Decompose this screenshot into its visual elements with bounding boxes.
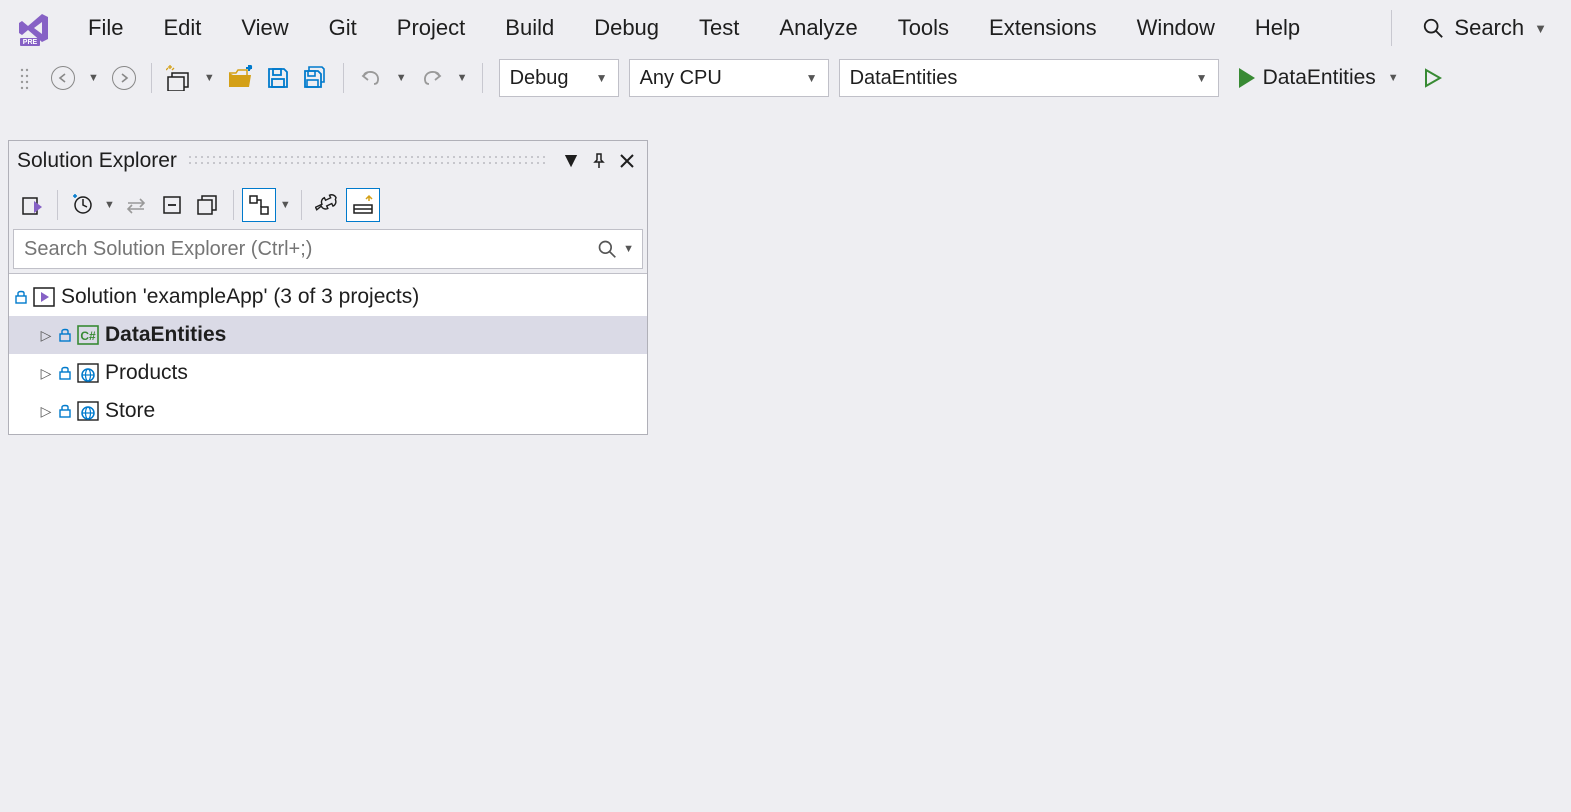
web-project-icon [77,401,99,421]
combo-value: Any CPU [640,67,722,90]
chevron-down-icon: ▼ [1384,72,1403,84]
project-node-products[interactable]: ▷ Products [9,354,647,392]
chevron-down-icon: ▼ [1534,21,1547,36]
menu-debug[interactable]: Debug [574,7,679,49]
pending-changes-filter-button[interactable] [66,188,100,222]
nav-forward-button[interactable] [107,61,141,95]
close-button[interactable] [615,149,639,173]
chevron-down-icon[interactable]: ▼ [278,199,293,211]
menu-separator [1391,10,1392,46]
solution-label: Solution 'exampleApp' (3 of 3 projects) [61,285,419,309]
panel-title: Solution Explorer [17,149,177,173]
menu-window[interactable]: Window [1117,7,1235,49]
chevron-down-icon: ▼ [584,71,608,85]
project-label: DataEntities [105,323,226,347]
svg-text:PRE: PRE [23,39,38,46]
lock-icon [59,366,71,380]
combo-value: Debug [510,67,569,90]
csharp-project-icon: C# [77,325,99,345]
toolbar-separator [482,63,483,93]
home-button[interactable] [15,188,49,222]
track-active-item-button[interactable] [242,188,276,222]
lock-icon [59,404,71,418]
svg-text:C#: C# [80,329,96,343]
menu-project[interactable]: Project [377,7,485,49]
start-debugging-button[interactable]: DataEntities ▼ [1231,59,1411,97]
visual-studio-logo-icon: PRE [14,8,54,48]
solution-platform-combo[interactable]: Any CPU ▼ [629,59,829,97]
run-label: DataEntities [1263,66,1376,90]
main-toolbar: ▼ ▼ ▼ ▼ Debug ▼ Any CPU ▼ DataEntities ▼… [0,56,1571,106]
undo-button[interactable] [354,61,388,95]
web-project-icon [77,363,99,383]
redo-button[interactable] [415,61,449,95]
project-label: Products [105,361,188,385]
solution-explorer-panel: Solution Explorer ▼ ▼ ▼ [8,140,648,435]
search-input[interactable] [20,234,593,265]
collapse-all-button[interactable] [155,188,189,222]
chevron-down-icon[interactable]: ▼ [392,72,411,84]
menu-git[interactable]: Git [309,7,377,49]
search-menu[interactable]: Search ▼ [1406,15,1563,41]
preview-selected-items-button[interactable] [346,188,380,222]
project-node-store[interactable]: ▷ Store [9,392,647,430]
toolbar-separator [301,190,302,220]
panel-grip[interactable] [187,154,545,168]
menu-view[interactable]: View [221,7,308,49]
toolbar-separator [233,190,234,220]
show-all-files-button[interactable] [191,188,225,222]
search-label: Search [1454,15,1524,41]
chevron-down-icon: ▼ [1184,71,1208,85]
chevron-down-icon[interactable]: ▼ [84,72,103,84]
startup-project-combo[interactable]: DataEntities ▼ [839,59,1219,97]
window-position-button[interactable]: ▼ [559,149,583,173]
properties-button[interactable] [310,188,344,222]
toolbar-separator [57,190,58,220]
menu-extensions[interactable]: Extensions [969,7,1117,49]
solution-node[interactable]: Solution 'exampleApp' (3 of 3 projects) [9,278,647,316]
start-without-debugging-button[interactable] [1415,61,1449,95]
chevron-down-icon[interactable]: ▼ [453,72,472,84]
search-icon [1422,17,1444,39]
expander-icon[interactable]: ▷ [39,403,53,420]
sync-button[interactable] [119,188,153,222]
chevron-down-icon[interactable]: ▼ [102,199,117,211]
solution-icon [33,287,55,307]
menu-bar: PRE File Edit View Git Project Build Deb… [0,0,1571,56]
lock-icon [15,290,27,304]
menu-build[interactable]: Build [485,7,574,49]
chevron-down-icon[interactable]: ▼ [200,72,219,84]
panel-search-box[interactable]: ▼ [13,229,643,269]
expander-icon[interactable]: ▷ [39,365,53,382]
new-project-button[interactable] [162,61,196,95]
solution-tree: Solution 'exampleApp' (3 of 3 projects) … [9,273,647,434]
menu-help[interactable]: Help [1235,7,1320,49]
drag-handle-icon [8,61,42,95]
project-node-dataentities[interactable]: ▷ C# DataEntities [9,316,647,354]
lock-icon [59,328,71,342]
save-button[interactable] [261,61,295,95]
toolbar-separator [151,63,152,93]
menu-file[interactable]: File [68,7,143,49]
toolbar-separator [343,63,344,93]
chevron-down-icon[interactable]: ▼ [621,243,636,255]
open-file-button[interactable] [223,61,257,95]
search-icon[interactable] [593,239,621,259]
pin-button[interactable] [587,149,611,173]
menu-items: File Edit View Git Project Build Debug T… [68,7,1320,49]
project-label: Store [105,399,155,423]
menu-tools[interactable]: Tools [878,7,969,49]
play-icon [1239,68,1255,88]
menu-analyze[interactable]: Analyze [759,7,877,49]
solution-config-combo[interactable]: Debug ▼ [499,59,619,97]
expander-icon[interactable]: ▷ [39,327,53,344]
panel-titlebar: Solution Explorer ▼ [9,141,647,181]
combo-value: DataEntities [850,67,958,90]
menu-test[interactable]: Test [679,7,759,49]
nav-back-button[interactable] [46,61,80,95]
save-all-button[interactable] [299,61,333,95]
panel-toolbar: ▼ ▼ [9,181,647,229]
menu-edit[interactable]: Edit [143,7,221,49]
chevron-down-icon: ▼ [794,71,818,85]
